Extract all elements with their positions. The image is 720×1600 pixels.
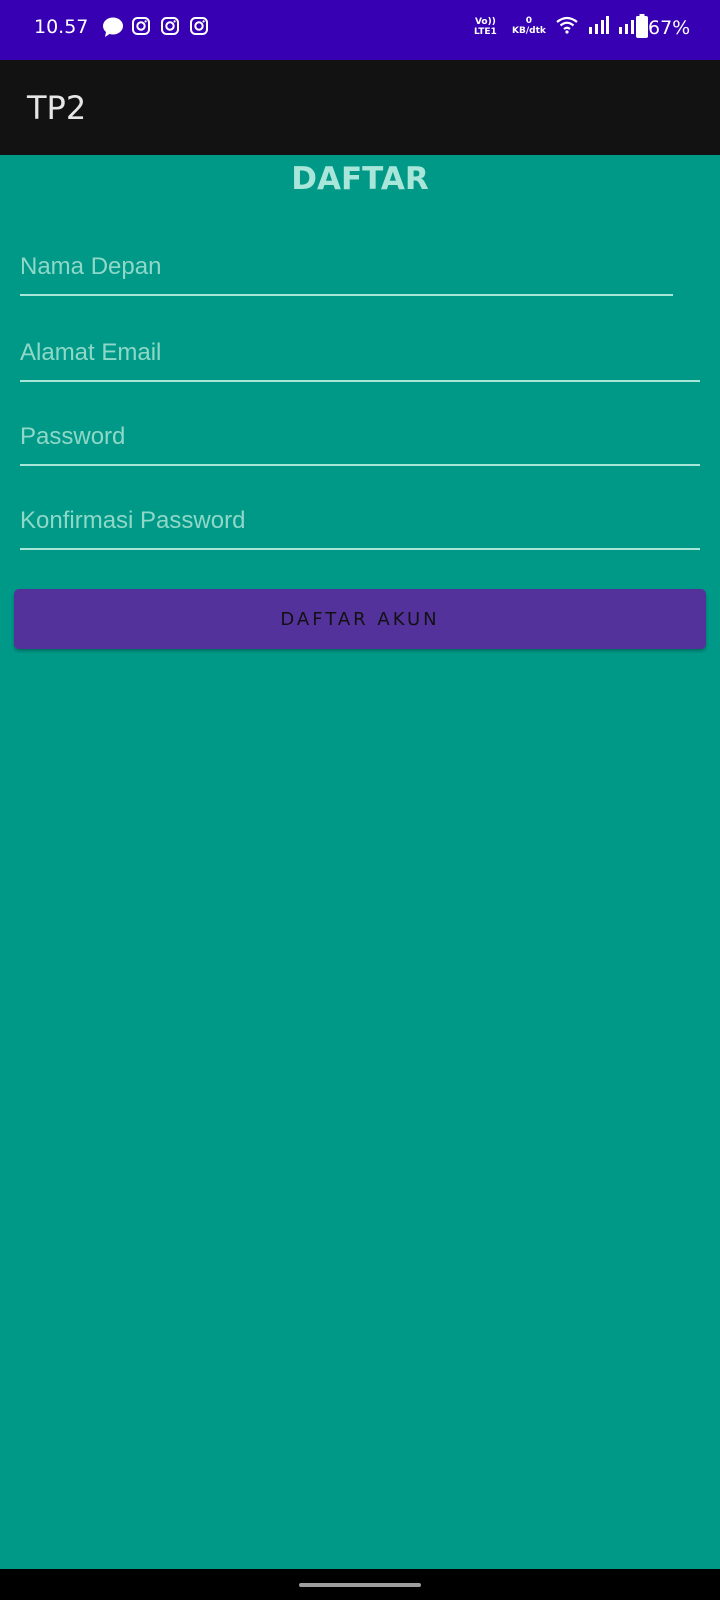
chat-bubble-icon xyxy=(102,16,124,43)
confirm-password-input[interactable] xyxy=(20,500,700,550)
register-account-button[interactable]: DAFTAR AKUN xyxy=(14,589,706,649)
first-name-field xyxy=(20,246,673,296)
instagram-icon xyxy=(160,16,180,41)
home-gesture-handle[interactable] xyxy=(299,1583,421,1587)
first-name-input[interactable] xyxy=(20,246,673,296)
volte-indicator: Vo)) LTE1 xyxy=(474,17,497,37)
status-time: 10.57 xyxy=(34,16,89,38)
email-field xyxy=(20,332,700,382)
password-input[interactable] xyxy=(20,416,700,466)
signal-icon xyxy=(588,16,610,40)
email-input[interactable] xyxy=(20,332,700,382)
status-indicators: Vo)) LTE1 0 KB/dtk 67% xyxy=(460,0,720,60)
network-speed: 0 KB/dtk xyxy=(512,16,546,36)
instagram-icon xyxy=(131,16,151,41)
battery-percent: 67% xyxy=(648,17,691,39)
app-bar: TP2 xyxy=(0,60,720,155)
confirm-password-field xyxy=(20,500,700,550)
app-title: TP2 xyxy=(27,89,87,127)
password-field xyxy=(20,416,700,466)
battery-icon xyxy=(636,14,648,43)
page-title: DAFTAR xyxy=(291,161,429,197)
instagram-icon xyxy=(189,16,209,41)
navigation-bar xyxy=(0,1569,720,1600)
registration-form: DAFTAR DAFTAR AKUN xyxy=(0,155,720,1569)
wifi-icon xyxy=(556,16,578,39)
status-bar: 10.57 Vo)) LTE1 0 KB/dtk 67% xyxy=(0,0,720,60)
